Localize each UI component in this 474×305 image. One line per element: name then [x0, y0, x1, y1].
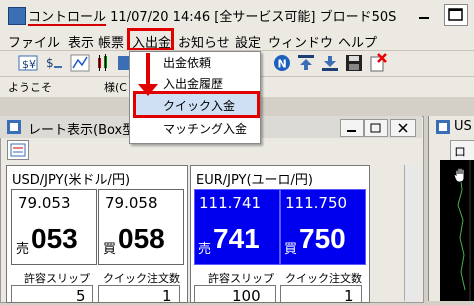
toolbar-candle-button[interactable] [94, 53, 114, 73]
upload-icon [298, 55, 314, 70]
svg-text:$¥: $¥ [22, 58, 36, 71]
toolbar-download-button[interactable] [320, 53, 340, 73]
sell-price: 111.741 [199, 194, 262, 212]
qty-label: クイック注文数 [285, 272, 362, 285]
save-icon [346, 55, 362, 71]
sell-label: 売 [198, 242, 212, 257]
maximize-button[interactable] [444, 4, 468, 26]
toolbar-deposit-button[interactable]: $¥ [18, 53, 38, 73]
qty-label: クイック注文数 [103, 272, 180, 285]
slip-value: 100 [232, 287, 261, 305]
minimize-button[interactable] [416, 6, 434, 22]
window-title: コントロール 11/07/20 14:46 [全サービス可能] ブロード50S [28, 6, 396, 25]
maximize-icon [448, 8, 463, 21]
rate-settings-button[interactable] [7, 140, 29, 160]
qty-value: 1 [344, 287, 354, 305]
minimize-icon [347, 130, 356, 132]
right-window-button[interactable]: ロウ [450, 140, 474, 176]
line-chart-icon [70, 54, 90, 72]
menu-item-matching-deposit[interactable]: マッチング入金 [163, 120, 247, 137]
sell-label: 売 [16, 242, 30, 257]
currency-icon: $¥ [18, 55, 38, 71]
red-arrow-shaft [146, 53, 150, 86]
welcome-user: 様(C [104, 81, 127, 94]
rate-window-close-button[interactable] [390, 119, 416, 137]
exchange-icon: $ [46, 56, 62, 70]
buy-price: 79.058 [105, 194, 158, 212]
buy-big-digits: 058 [118, 223, 165, 254]
menu-settings[interactable]: 設定 [235, 32, 261, 51]
download-icon [322, 56, 338, 71]
toolbar-news-button[interactable]: N [272, 53, 292, 73]
menu-view[interactable]: 表示 [68, 32, 94, 51]
svg-text:N: N [278, 58, 287, 71]
toolbar-save-button[interactable] [344, 53, 364, 73]
buy-label: 買 [103, 242, 117, 257]
sell-big-digits: 053 [31, 223, 78, 254]
qty-value: 1 [162, 287, 172, 305]
toolbar-upload-button[interactable] [296, 53, 316, 73]
restore-icon [370, 123, 381, 133]
rate-window-restore-button[interactable] [364, 119, 388, 137]
rate-window-icon [7, 120, 21, 134]
buy-label: 買 [284, 242, 298, 257]
menu-item-withdrawal-request[interactable]: 出金依頼 [163, 54, 211, 71]
toolbar-close-doc-button[interactable] [368, 53, 388, 73]
title-product: ブロード50S [319, 10, 397, 25]
settings-list-icon [10, 143, 26, 157]
menu-reports[interactable]: 帳票 [98, 32, 124, 51]
title-status: [全サービス可能] [214, 10, 316, 25]
sell-price: 79.053 [18, 194, 71, 212]
menu-window[interactable]: ウィンドウ [268, 32, 333, 51]
right-window-title: US [454, 119, 472, 134]
toolbar-exchange-button[interactable]: $ [44, 53, 64, 73]
minimize-icon [419, 17, 429, 19]
buy-big-digits: 750 [299, 223, 346, 254]
rate-window-scrollbar[interactable] [404, 165, 419, 301]
menu-file[interactable]: ファイル [8, 32, 60, 51]
news-icon: N [274, 55, 290, 71]
pair-label: EUR/JPY(ユーロ/円) [196, 173, 313, 188]
hand-cursor-icon [452, 166, 470, 184]
slip-label: 許容スリップ [208, 272, 274, 285]
red-arrow-head-icon [138, 84, 158, 96]
slip-label: 許容スリップ [24, 272, 90, 285]
svg-text:$: $ [46, 56, 54, 70]
app-name: コントロール [28, 10, 107, 25]
rate-window-minimize-button[interactable] [340, 119, 364, 137]
menu-highlight-box [127, 28, 174, 51]
menu-news[interactable]: お知らせ [178, 32, 230, 51]
welcome-label: ようこそ [8, 81, 52, 94]
app-icon [8, 7, 26, 25]
sell-big-digits: 741 [213, 223, 260, 254]
menu-item-quick-deposit[interactable]: クイック入金 [163, 97, 235, 114]
toolbar-chart-button[interactable] [70, 53, 90, 73]
menu-help[interactable]: ヘルプ [338, 32, 377, 51]
close-icon [398, 123, 408, 133]
menu-item-deposit-history[interactable]: 入出金履歴 [163, 75, 223, 92]
candlestick-icon [98, 54, 107, 71]
title-datetime: 11/07/20 14:46 [110, 10, 211, 25]
pair-label: USD/JPY(米ドル/円) [12, 173, 131, 188]
buy-price: 111.750 [285, 194, 348, 212]
close-document-icon [370, 53, 387, 72]
rate-window-title: レート表示(Box型) [28, 123, 141, 138]
slip-value: 5 [76, 287, 86, 305]
right-window-icon [436, 120, 450, 134]
